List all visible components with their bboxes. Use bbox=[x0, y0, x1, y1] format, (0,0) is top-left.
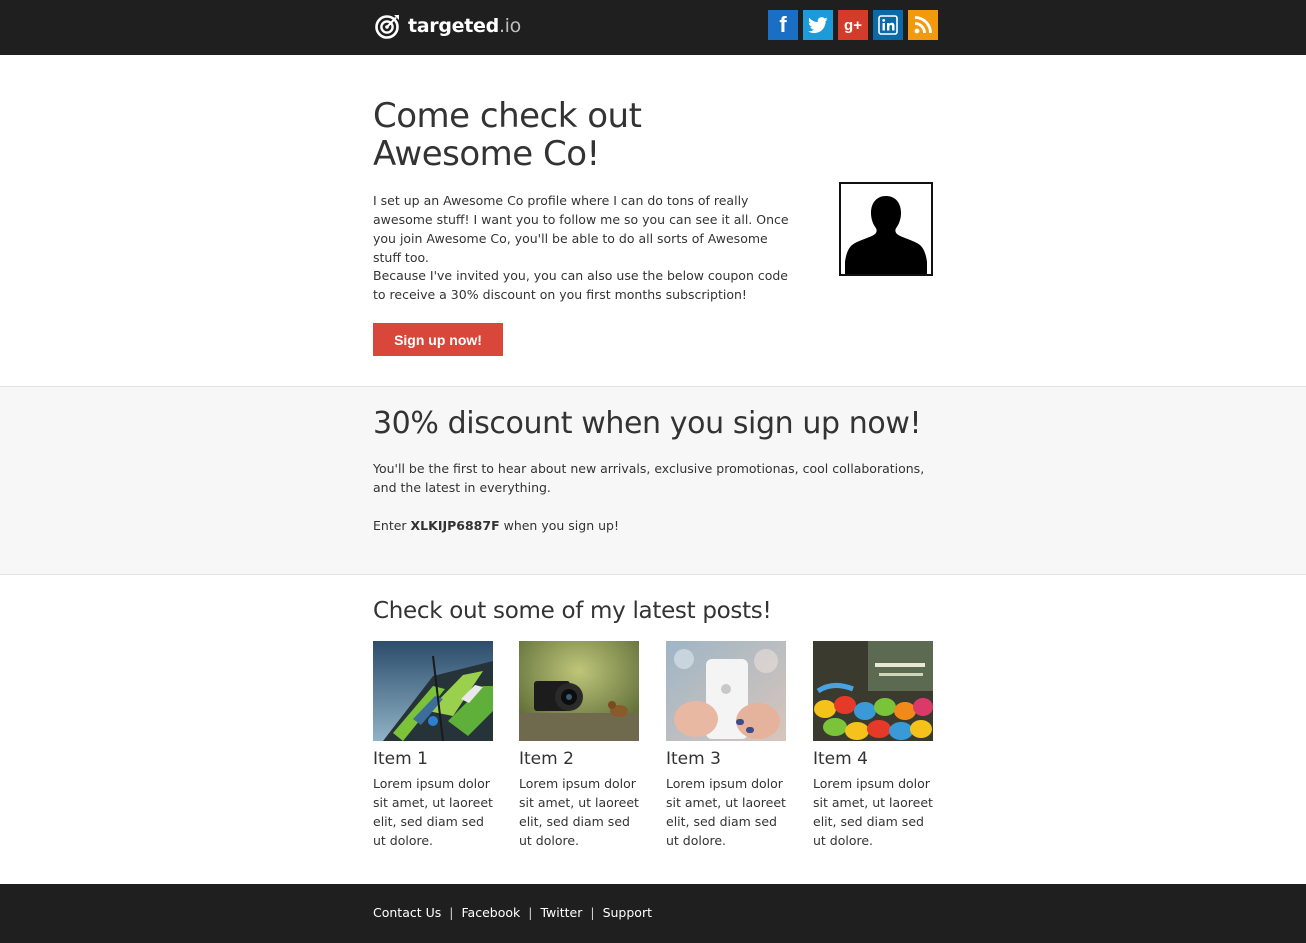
post-description: Lorem ipsum dolor sit amet, ut laoreet e… bbox=[373, 776, 493, 848]
brand-logo[interactable]: targeted.io bbox=[375, 11, 521, 41]
footer-separator: | bbox=[590, 905, 595, 920]
twitter-icon[interactable] bbox=[803, 10, 833, 40]
post-item-1[interactable]: Item 1 Lorem ipsum dolor sit amet, ut la… bbox=[373, 641, 493, 850]
footer-links: Contact Us | Facebook | Twitter | Suppor… bbox=[373, 905, 652, 920]
post-item-3[interactable]: Item 3 Lorem ipsum dolor sit amet, ut la… bbox=[666, 641, 786, 850]
coupon-code: XLKIJP6887F bbox=[410, 518, 500, 533]
discount-title: 30% discount when you sign up now! bbox=[373, 406, 922, 441]
social-links: f g+ bbox=[768, 10, 938, 40]
footer-link-support[interactable]: Support bbox=[603, 905, 652, 920]
post-thumbnail-camera-bird[interactable] bbox=[519, 641, 639, 741]
post-description: Lorem ipsum dolor sit amet, ut laoreet e… bbox=[666, 776, 786, 848]
hero-paragraph-intro: I set up an Awesome Co profile where I c… bbox=[373, 193, 789, 265]
post-thumbnail-building[interactable] bbox=[373, 641, 493, 741]
person-silhouette-icon bbox=[845, 196, 927, 274]
post-description: Lorem ipsum dolor sit amet, ut laoreet e… bbox=[813, 776, 933, 848]
facebook-icon[interactable]: f bbox=[768, 10, 798, 40]
footer-link-contact-us[interactable]: Contact Us bbox=[373, 905, 441, 920]
footer-link-facebook[interactable]: Facebook bbox=[462, 905, 521, 920]
posts-title: Check out some of my latest posts! bbox=[373, 598, 772, 624]
target-logo-icon bbox=[375, 15, 399, 39]
post-thumbnail-phone[interactable] bbox=[666, 641, 786, 741]
discount-section: 30% discount when you sign up now! You'l… bbox=[0, 387, 1306, 575]
post-item-2[interactable]: Item 2 Lorem ipsum dolor sit amet, ut la… bbox=[519, 641, 639, 850]
post-item-4[interactable]: Item 4 Lorem ipsum dolor sit amet, ut la… bbox=[813, 641, 933, 850]
latest-posts-section: Check out some of my latest posts! Item … bbox=[0, 575, 1306, 884]
linkedin-icon[interactable] bbox=[873, 10, 903, 40]
avatar bbox=[839, 182, 933, 276]
brand-name: targeted.io bbox=[408, 15, 521, 37]
discount-paragraph: You'll be the first to hear about new ar… bbox=[373, 461, 925, 495]
footer-separator: | bbox=[449, 905, 454, 920]
post-title[interactable]: Item 3 bbox=[666, 749, 786, 769]
google-plus-icon[interactable]: g+ bbox=[838, 10, 868, 40]
post-description: Lorem ipsum dolor sit amet, ut laoreet e… bbox=[519, 776, 639, 848]
sign-up-button[interactable]: Sign up now! bbox=[373, 323, 503, 356]
hero-title: Come check out Awesome Co! bbox=[373, 96, 642, 174]
rss-icon[interactable] bbox=[908, 10, 938, 40]
post-title[interactable]: Item 1 bbox=[373, 749, 493, 769]
footer-link-twitter[interactable]: Twitter bbox=[540, 905, 582, 920]
footer-separator: | bbox=[528, 905, 533, 920]
post-thumbnail-easter-eggs[interactable] bbox=[813, 641, 933, 741]
post-title[interactable]: Item 2 bbox=[519, 749, 639, 769]
post-title[interactable]: Item 4 bbox=[813, 749, 933, 769]
hero-section: Come check out Awesome Co! I set up an Aw… bbox=[0, 55, 1306, 387]
hero-paragraph-coupon: Because I've invited you, you can also u… bbox=[373, 268, 788, 302]
top-bar: targeted.io f g+ bbox=[0, 0, 1306, 55]
coupon-instruction: Enter XLKIJP6887F when you sign up! bbox=[373, 518, 619, 533]
footer: Contact Us | Facebook | Twitter | Suppor… bbox=[0, 884, 1306, 943]
